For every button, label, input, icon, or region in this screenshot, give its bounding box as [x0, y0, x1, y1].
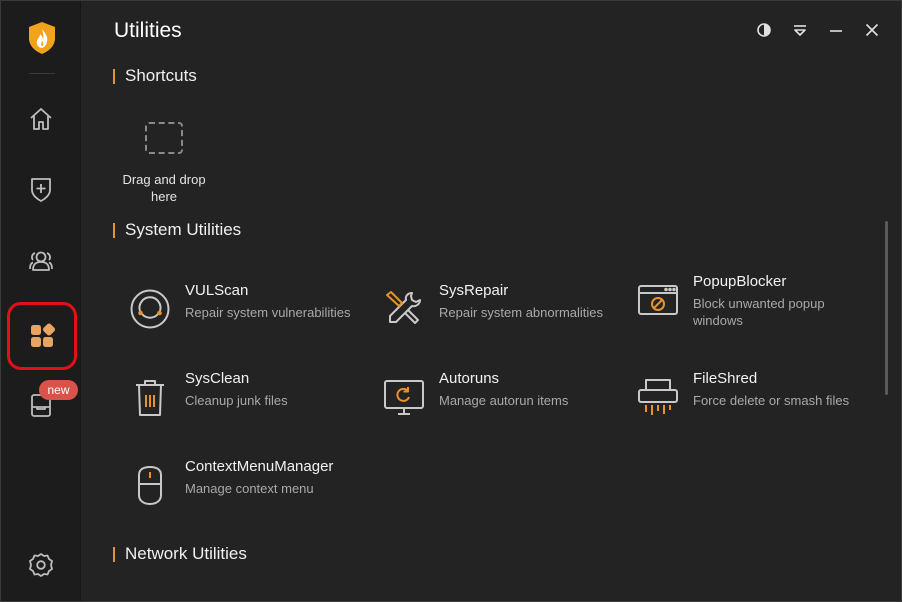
- sidebar-item-utilities[interactable]: [7, 302, 77, 370]
- minimize-icon: [830, 30, 842, 32]
- minimize-button[interactable]: [826, 20, 846, 40]
- page-title: Utilities: [114, 19, 182, 42]
- mouse-icon: [138, 465, 162, 506]
- home-icon: [30, 108, 52, 130]
- tool-description: Cleanup junk files: [185, 393, 288, 408]
- tools-icon: [386, 291, 421, 324]
- section-system-utilities: System Utilities: [113, 220, 241, 240]
- tool-autoruns[interactable]: Autoruns Manage autorun items: [382, 367, 622, 427]
- app-logo: [27, 21, 57, 55]
- dropzone-placeholder-icon: [145, 122, 183, 154]
- section-network-utilities: Network Utilities: [113, 544, 247, 564]
- tool-fileshred[interactable]: FileShred Force delete or smash files: [636, 367, 876, 427]
- tool-description: Repair system abnormalities: [439, 305, 604, 320]
- trash-icon: [136, 380, 164, 416]
- gear-icon: [29, 553, 53, 577]
- tool-contextmenumanager[interactable]: ContextMenuManager Manage context menu: [128, 455, 368, 515]
- main-panel: Utilities Shortcuts Drag and drop here S…: [82, 1, 901, 601]
- tool-sysrepair[interactable]: SysRepair Repair system abnormalities: [382, 279, 622, 339]
- shredder-icon: [638, 379, 678, 415]
- theme-button[interactable]: [754, 20, 774, 40]
- new-badge: new: [39, 380, 78, 400]
- app-window: new Utilities Shortcuts Drag and drop he…: [0, 0, 902, 602]
- tool-name: ContextMenuManager: [185, 458, 334, 475]
- theme-icon: [757, 23, 771, 37]
- section-shortcuts: Shortcuts: [113, 66, 197, 86]
- tool-name: Autoruns: [439, 370, 500, 387]
- shortcut-dropzone[interactable]: Drag and drop here: [118, 113, 210, 209]
- scrollbar[interactable]: [885, 221, 888, 395]
- sidebar-item-protection[interactable]: [17, 165, 65, 213]
- dropzone-label: Drag and drop here: [122, 172, 206, 204]
- scan-icon: [130, 289, 170, 329]
- tool-description: Block unwanted popup windows: [693, 296, 825, 328]
- sidebar-item-settings[interactable]: [17, 541, 65, 589]
- sidebar-divider: [29, 73, 55, 74]
- monitor-refresh-icon: [384, 380, 424, 415]
- close-icon: [865, 23, 879, 37]
- apps-icon: [31, 323, 56, 347]
- sidebar-item-accounts[interactable]: [17, 237, 65, 285]
- tool-description: Force delete or smash files: [693, 393, 850, 408]
- tool-description: Manage autorun items: [439, 393, 569, 408]
- tool-vulscan[interactable]: VULScan Repair system vulnerabilities: [128, 279, 368, 339]
- sidebar: new: [1, 1, 81, 601]
- tool-name: VULScan: [185, 282, 249, 299]
- tool-name: PopupBlocker: [693, 273, 787, 290]
- users-icon: [29, 251, 53, 271]
- tool-name: SysClean: [185, 370, 250, 387]
- tool-description: Repair system vulnerabilities: [185, 305, 351, 320]
- menu-icon: [794, 25, 806, 36]
- tool-name: FileShred: [693, 370, 758, 387]
- tool-popupblocker[interactable]: PopupBlocker Block unwanted popup window…: [636, 270, 876, 330]
- popup-block-icon: [638, 285, 678, 315]
- close-button[interactable]: [862, 20, 882, 40]
- menu-button[interactable]: [790, 20, 810, 40]
- sidebar-item-home[interactable]: [17, 95, 65, 143]
- tool-sysclean[interactable]: SysClean Cleanup junk files: [128, 367, 368, 427]
- tool-name: SysRepair: [439, 282, 509, 299]
- tool-description: Manage context menu: [185, 481, 314, 496]
- shield-plus-icon: [31, 178, 51, 202]
